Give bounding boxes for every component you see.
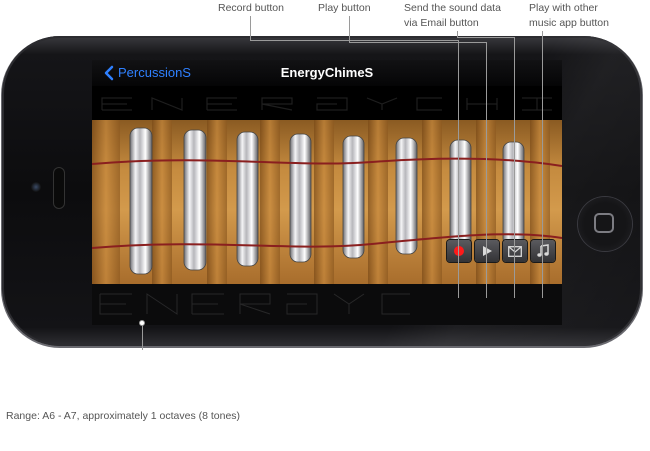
chime-bar-2[interactable] <box>183 129 207 271</box>
music-callout-line1: Play with other <box>529 2 598 14</box>
home-button[interactable] <box>578 197 632 251</box>
brand-strip <box>101 97 552 111</box>
screen-pointer-dot <box>139 320 145 326</box>
record-leader-h <box>250 16 251 40</box>
music-app-button[interactable] <box>531 240 555 262</box>
screen-pointer-leader <box>142 324 143 350</box>
chime-bar-6[interactable] <box>395 137 418 255</box>
record-button[interactable] <box>447 240 471 262</box>
record-leader-v <box>458 40 459 298</box>
record-icon <box>454 246 464 256</box>
email-callout-line2: via Email button <box>404 17 479 29</box>
chime-bar-4[interactable] <box>289 133 312 263</box>
email-leader-h <box>457 37 514 38</box>
play-leader-v2 <box>486 42 487 298</box>
record-leader-h2 <box>250 40 458 41</box>
music-callout-label: Play with other music app button <box>529 1 609 31</box>
music-callout-line2: music app button <box>529 17 609 29</box>
email-leader-v2 <box>514 37 515 298</box>
brand-pattern <box>99 293 410 315</box>
music-note-icon <box>537 244 549 257</box>
email-button[interactable] <box>503 240 527 262</box>
range-note: Range: A6 - A7, approximately 1 octaves … <box>6 410 241 422</box>
record-callout-label: Record button <box>218 2 284 14</box>
front-camera <box>31 182 41 192</box>
play-leader-h <box>349 42 486 43</box>
play-leader-v1 <box>349 16 350 42</box>
email-icon <box>508 245 522 257</box>
email-callout-label: Send the sound data via Email button <box>404 1 501 31</box>
nav-title: EnergyChimeS <box>280 65 374 80</box>
chime-bar-7[interactable] <box>449 139 472 251</box>
speaker-grille <box>54 168 64 208</box>
app-screen: PercussionS EnergyChimeS <box>92 60 562 325</box>
email-callout-line1: Send the sound data <box>404 2 501 14</box>
chime-bar-1[interactable] <box>129 127 153 275</box>
bottom-pattern-area <box>92 284 562 325</box>
chime-bar-5[interactable] <box>342 135 365 259</box>
music-leader-v <box>542 31 543 298</box>
home-square-icon <box>594 213 614 233</box>
play-callout-label: Play button <box>318 2 371 14</box>
play-button[interactable] <box>475 240 499 262</box>
nav-bar: PercussionS EnergyChimeS <box>92 60 562 86</box>
play-icon <box>483 246 492 256</box>
